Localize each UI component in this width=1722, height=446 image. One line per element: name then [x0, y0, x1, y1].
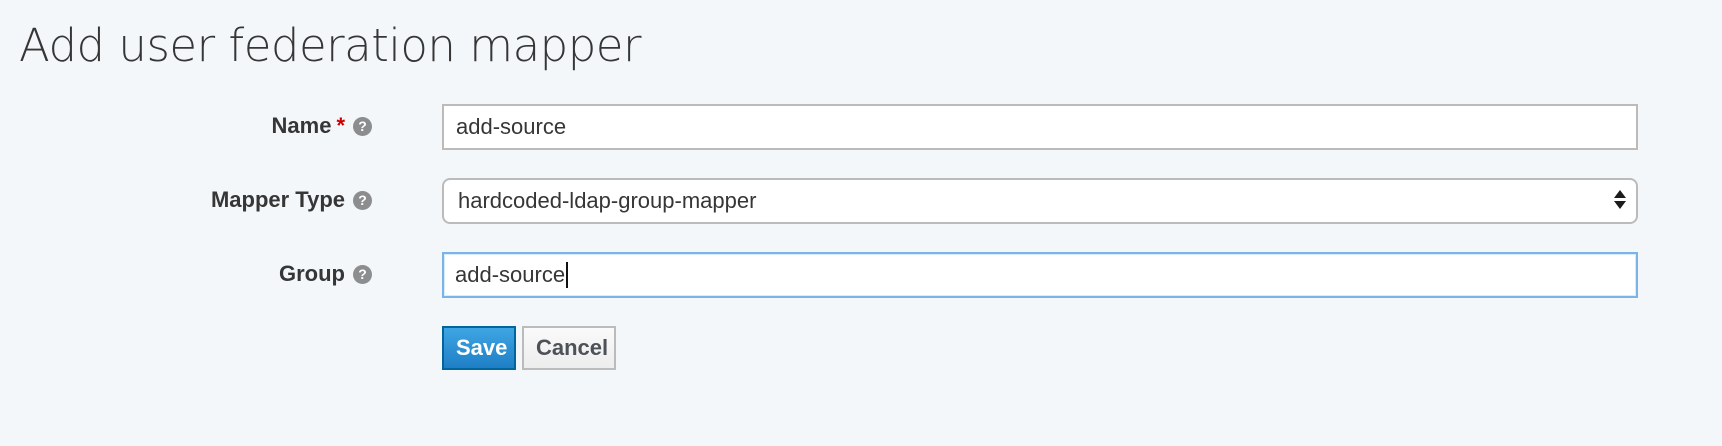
cancel-button[interactable]: Cancel	[522, 326, 616, 370]
sort-arrows-icon	[1614, 190, 1626, 209]
group-label-group: Group ?	[279, 250, 372, 298]
group-label: Group	[279, 261, 345, 286]
group-input[interactable]	[442, 252, 1638, 298]
mapper-type-selected-value: hardcoded-ldap-group-mapper	[458, 188, 757, 213]
required-marker: *	[336, 113, 345, 138]
name-row: Name * ?	[0, 102, 1722, 150]
arrow-up-icon	[1614, 190, 1626, 198]
save-button[interactable]: Save	[442, 326, 516, 370]
mapper-type-select[interactable]: hardcoded-ldap-group-mapper	[442, 178, 1638, 224]
name-input[interactable]	[442, 104, 1638, 150]
name-label-group: Name * ?	[272, 102, 372, 150]
help-icon[interactable]: ?	[353, 264, 372, 284]
arrow-down-icon	[1614, 201, 1626, 209]
help-icon[interactable]: ?	[353, 116, 372, 136]
mapper-type-label: Mapper Type	[210, 187, 345, 212]
mapper-type-row: Mapper Type ? hardcoded-ldap-group-mappe…	[0, 176, 1722, 224]
name-label: Name	[271, 113, 332, 138]
mapper-type-label-group: Mapper Type ?	[211, 176, 372, 224]
page-title: Add user federation mapper	[19, 19, 641, 72]
form-actions: Save Cancel	[442, 326, 616, 370]
help-icon[interactable]: ?	[353, 190, 372, 210]
group-row: Group ? add-source	[0, 250, 1722, 298]
